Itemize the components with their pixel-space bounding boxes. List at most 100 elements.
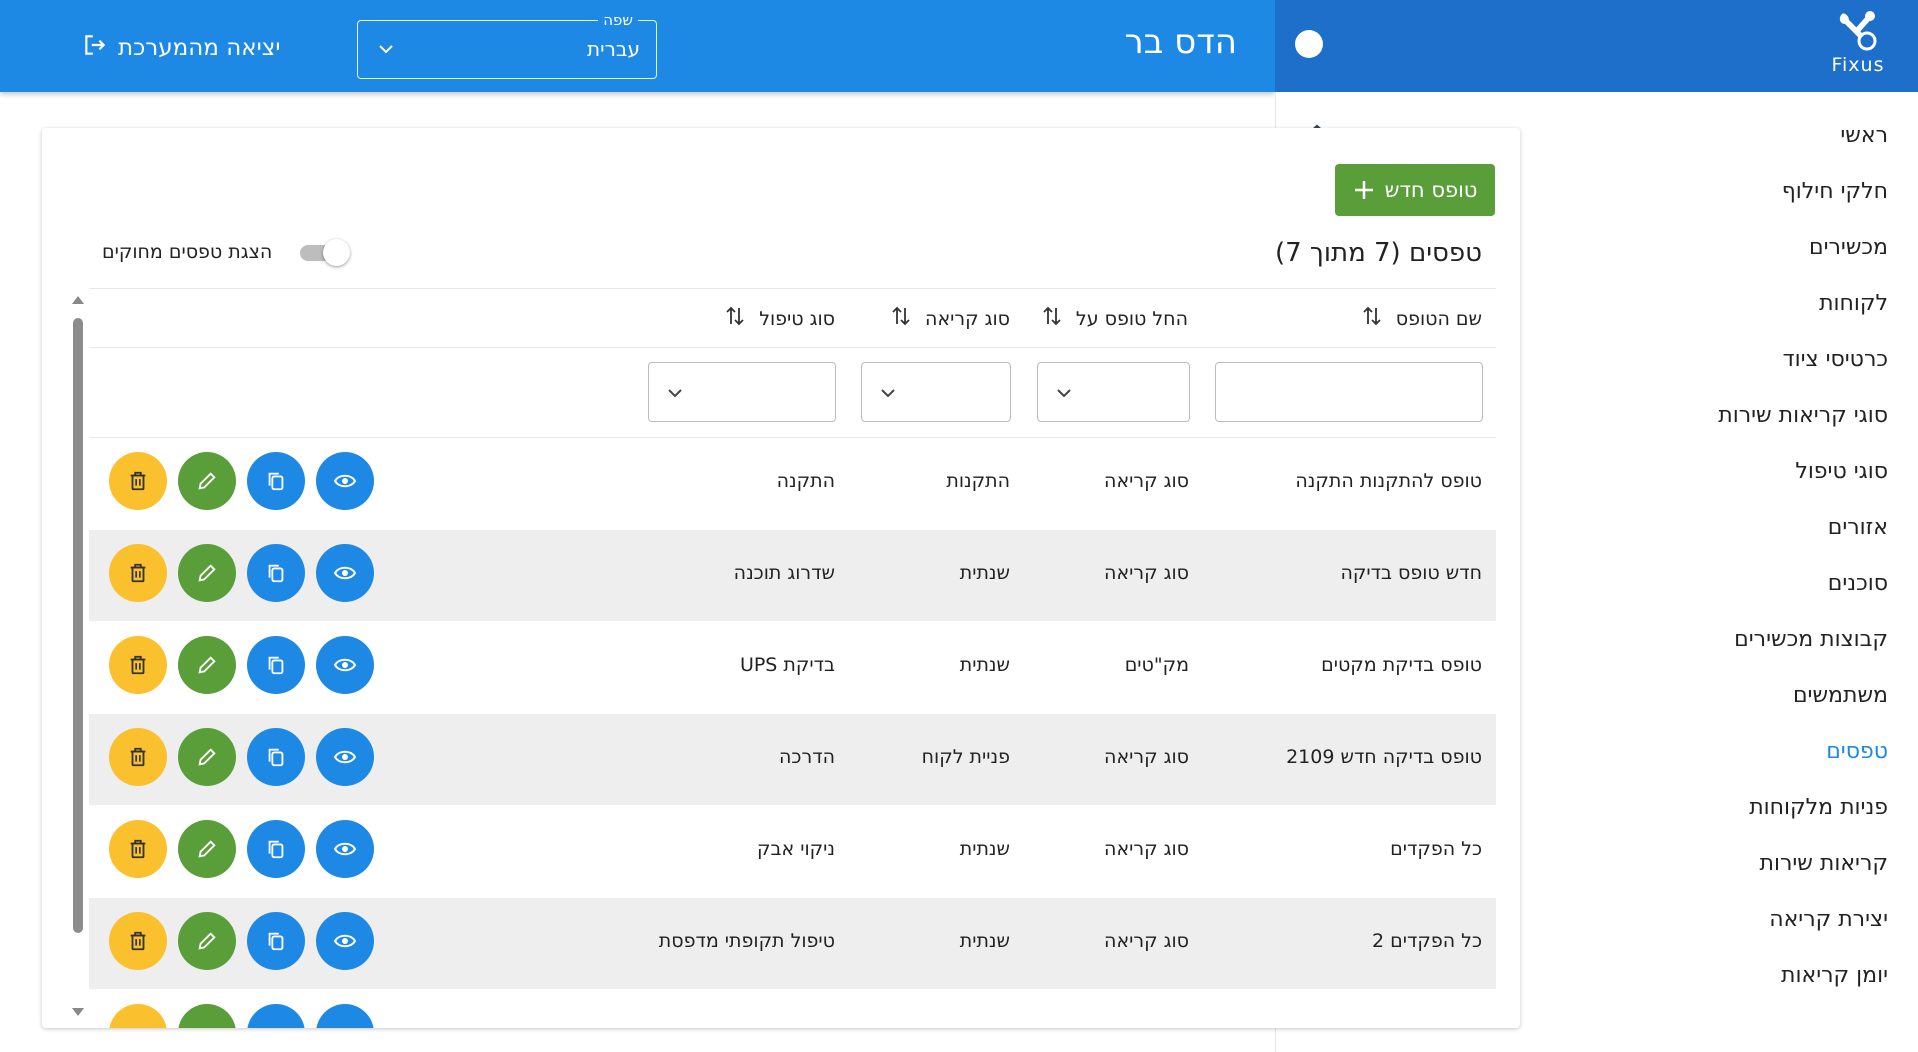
logout-label: יציאה מהמערכת [118,35,281,61]
sidebar-item-label: פניות מלקוחות [1749,794,1888,820]
sidebar-item-label: אזורים [1827,514,1888,540]
table-filters [89,348,1496,438]
delete-button[interactable] [109,820,167,878]
row-actions [109,1004,374,1028]
form-name-filter-input[interactable] [1215,362,1483,422]
plus-icon [1354,181,1373,199]
pencil-icon [196,930,218,952]
sort-icon [725,305,745,332]
eye-icon [333,837,357,861]
table-header: שם הטופס החל טופס על סוג קריאה סוג טיפול [89,288,1496,348]
copy-button[interactable] [247,452,305,510]
sidebar-item-label: סוגי קריאות שירות [1718,402,1888,428]
chevron-down-icon [376,39,396,63]
view-button[interactable] [316,820,374,878]
show-deleted-toggle[interactable] [294,238,351,266]
logo-text: Fixus [1831,54,1885,76]
copy-button[interactable] [247,912,305,970]
sidebar-item-label: משתמשים [1792,682,1888,708]
copy-icon [265,746,287,768]
view-button[interactable] [316,1004,374,1028]
edit-button[interactable] [178,1004,236,1028]
avatar[interactable] [1295,30,1323,58]
table-cell: סוג קריאה [1104,562,1189,584]
table-cell: התקנה [776,470,835,492]
copy-button[interactable] [247,1004,305,1028]
table-row-partial[interactable] [89,990,1496,1028]
top-bar: הדס בר שפה עברית יציאה מהמערכת [0,0,1275,92]
forms-card: טופס חדש טפסים (7 מתוך 7) הצגת טפסים מחו… [42,128,1520,1028]
table-row[interactable]: טופס בדיקה חדש 2109 סוג קריאה פניית לקוח הד… [89,714,1496,805]
delete-button[interactable] [109,728,167,786]
view-button[interactable] [316,636,374,694]
language-select[interactable]: שפה עברית [357,11,657,79]
column-filter-select-1[interactable] [1037,362,1190,422]
table-row[interactable]: כל הפקדים סוג קריאה שנתית ניקוי אבק [89,806,1496,897]
table-cell: מק"טים [1124,654,1189,676]
copy-button[interactable] [247,820,305,878]
delete-button[interactable] [109,636,167,694]
table-row[interactable]: כל הפקדים 2 סוג קריאה שנתית טיפול תקופתי מד… [89,898,1496,989]
logout-button[interactable]: יציאה מהמערכת [82,32,281,64]
table-cell: שנתית [959,838,1010,860]
delete-button[interactable] [109,1004,167,1028]
sidebar-item-label: יומן קריאות [1781,962,1888,988]
copy-icon [265,470,287,492]
view-button[interactable] [316,912,374,970]
pencil-icon [196,470,218,492]
column-header-label: שם הטופס [1395,307,1482,330]
view-button[interactable] [316,728,374,786]
view-button[interactable] [316,544,374,602]
edit-button[interactable] [178,820,236,878]
column-header-2[interactable]: סוג קריאה [891,305,1010,332]
view-button[interactable] [316,452,374,510]
column-header-1[interactable]: החל טופס על [1042,305,1188,332]
column-header-label: סוג קריאה [925,307,1010,330]
table-row[interactable]: חדש טופס בדיקה סוג קריאה שנתית שדרוג תוכנה [89,530,1496,621]
table-cell: סוג קריאה [1104,930,1189,952]
sidebar-item-label: מכשירים [1808,234,1888,260]
row-actions [109,636,374,694]
copy-button[interactable] [247,728,305,786]
column-filter-select-2[interactable] [861,362,1011,422]
app-logo[interactable]: Fixus [1818,8,1898,84]
eye-icon [333,561,357,585]
edit-button[interactable] [178,544,236,602]
vertical-scrollbar[interactable] [70,296,86,1016]
edit-button[interactable] [178,636,236,694]
new-form-button[interactable]: טופס חדש [1335,164,1495,216]
sort-icon [1362,305,1382,332]
table-row[interactable]: טופס להתקנות התקנה סוג קריאה התקנות התקנה [89,438,1496,529]
eye-icon [333,929,357,953]
sidebar-item-label: ראשי [1840,122,1888,148]
edit-button[interactable] [178,452,236,510]
copy-button[interactable] [247,636,305,694]
scroll-thumb[interactable] [73,318,83,933]
column-header-0[interactable]: שם הטופס [1362,305,1482,332]
delete-button[interactable] [109,452,167,510]
delete-button[interactable] [109,912,167,970]
row-actions [109,728,374,786]
eye-icon [333,745,357,769]
delete-button[interactable] [109,544,167,602]
scroll-up-icon[interactable] [72,296,84,304]
chevron-down-icon [1054,383,1074,407]
scroll-down-icon[interactable] [72,1008,84,1016]
pencil-icon [196,562,218,584]
trash-icon [127,470,149,492]
copy-button[interactable] [247,544,305,602]
chevron-down-icon [878,383,898,407]
tools-logo-icon [1839,11,1877,51]
show-deleted-label: הצגת טפסים מחוקים [102,241,273,263]
show-deleted-toggle-wrap: הצגת טפסים מחוקים [102,238,351,266]
edit-button[interactable] [178,912,236,970]
table-row[interactable]: טופס בדיקת מקטים מק"טים שנתית בדיקת UPS [89,622,1496,713]
edit-button[interactable] [178,728,236,786]
table-cell: טופס בדיקה חדש 2109 [1286,746,1482,768]
column-filter-select-3[interactable] [648,362,836,422]
toggle-knob [323,239,351,266]
pencil-icon [196,654,218,676]
table-cell: ניקוי אבק [757,838,835,860]
column-header-3[interactable]: סוג טיפול [725,305,835,332]
table-cell: שנתית [959,562,1010,584]
